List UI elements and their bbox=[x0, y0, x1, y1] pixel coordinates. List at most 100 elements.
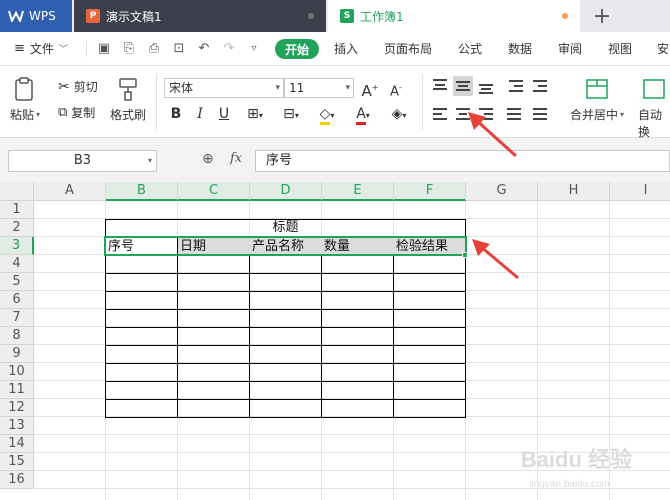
annotation-arrow-icon bbox=[472, 239, 519, 280]
row-header[interactable]: 5 bbox=[0, 273, 34, 291]
wps-home-tab[interactable]: WPS bbox=[0, 0, 72, 32]
column-header[interactable]: I bbox=[610, 182, 670, 201]
row-header[interactable]: 14 bbox=[0, 435, 34, 453]
clear-format-button[interactable]: ◈▾ bbox=[384, 104, 414, 124]
font-name-value: 宋体 bbox=[169, 81, 194, 95]
tab-home[interactable]: 开始 bbox=[275, 39, 319, 59]
row-header[interactable]: 1 bbox=[0, 201, 34, 219]
cut-button[interactable]: ✂ 剪切 bbox=[58, 78, 98, 95]
title-tab-bar: WPS P 演示文稿1 S 工作簿1 + bbox=[0, 0, 670, 32]
column-header[interactable]: E bbox=[322, 182, 394, 201]
ribbon-toolbar: 粘贴 ▾ ✂ 剪切 ⧉ 复制 格式刷 宋体 ▾ 11 ▾ A+ A- B I U… bbox=[0, 66, 670, 140]
tab-security[interactable]: 安 bbox=[657, 40, 669, 57]
chevron-down-icon: ▾ bbox=[620, 110, 625, 119]
row-header[interactable]: 3 bbox=[0, 237, 34, 255]
underline-button[interactable]: U bbox=[214, 104, 234, 124]
tab-insert[interactable]: 插入 bbox=[334, 40, 358, 57]
row-header[interactable]: 15 bbox=[0, 453, 34, 471]
tab-workbook[interactable]: S 工作簿1 bbox=[328, 0, 580, 32]
tab-page-layout[interactable]: 页面布局 bbox=[384, 40, 432, 57]
font-name-select[interactable]: 宋体 ▾ bbox=[164, 78, 284, 98]
bold-button[interactable]: B bbox=[166, 104, 186, 124]
format-painter-button[interactable]: 格式刷 bbox=[110, 76, 146, 123]
print-icon[interactable]: ⎙ bbox=[146, 41, 162, 57]
selection-range bbox=[104, 236, 467, 256]
tab-formulas[interactable]: 公式 bbox=[458, 40, 482, 57]
border-button[interactable]: ⊞▾ bbox=[240, 104, 270, 124]
align-top-icon[interactable] bbox=[430, 76, 450, 96]
border-icon: ⊞ bbox=[247, 106, 259, 122]
ribbon-divider bbox=[156, 74, 157, 130]
export-icon[interactable]: ⎘ bbox=[121, 41, 137, 57]
font-color-icon: A bbox=[356, 106, 366, 125]
function-button[interactable]: fx bbox=[230, 151, 242, 166]
align-middle-icon[interactable] bbox=[453, 76, 473, 96]
save-icon[interactable]: ▣ bbox=[96, 41, 112, 57]
row-header[interactable]: 7 bbox=[0, 309, 34, 327]
undo-icon[interactable]: ↶ bbox=[196, 41, 212, 57]
fill-color-button[interactable]: ◇▾ bbox=[312, 104, 342, 125]
zoom-search-icon[interactable]: ⊕ bbox=[202, 151, 214, 167]
column-header[interactable]: C bbox=[178, 182, 250, 201]
file-menu-label: 文件 bbox=[29, 42, 54, 56]
font-size-select[interactable]: 11 ▾ bbox=[284, 78, 354, 98]
annotation-arrow-icon bbox=[468, 112, 518, 158]
file-menu[interactable]: ≡ 文件 ﹀ bbox=[14, 40, 68, 57]
row-header[interactable]: 16 bbox=[0, 471, 34, 489]
distribute-icon[interactable] bbox=[530, 104, 550, 124]
redo-icon[interactable]: ↷ bbox=[221, 41, 237, 57]
baidu-watermark-url: jingyan.baidu.com bbox=[529, 479, 610, 490]
row-header[interactable]: 4 bbox=[0, 255, 34, 273]
chevron-down-icon: ▾ bbox=[365, 111, 370, 120]
increase-font-icon[interactable]: A+ bbox=[360, 78, 380, 100]
paste-button[interactable]: 粘贴 ▾ bbox=[10, 76, 40, 123]
formula-bar: B3 ▾ ⊕ fx 序号 bbox=[0, 138, 670, 182]
row-header[interactable]: 9 bbox=[0, 345, 34, 363]
tab-data[interactable]: 数据 bbox=[508, 40, 532, 57]
title-cell[interactable]: 标题 bbox=[106, 219, 465, 237]
decrease-indent-icon[interactable] bbox=[506, 76, 526, 96]
cell-style-icon: ⊟ bbox=[283, 106, 295, 122]
more-icon[interactable]: ▿ bbox=[246, 41, 262, 57]
row-header[interactable]: 13 bbox=[0, 417, 34, 435]
row-header[interactable]: 6 bbox=[0, 291, 34, 309]
row-header[interactable]: 11 bbox=[0, 381, 34, 399]
baidu-watermark: Baidu 经验 bbox=[520, 447, 632, 472]
decrease-font-icon[interactable]: A- bbox=[386, 78, 406, 99]
print-preview-icon[interactable]: ⊡ bbox=[171, 41, 187, 57]
new-tab-button[interactable]: + bbox=[586, 0, 618, 32]
column-header[interactable]: B bbox=[106, 182, 178, 201]
unsaved-dot-icon[interactable] bbox=[562, 13, 568, 19]
wrap-text-icon bbox=[643, 79, 665, 99]
align-left-icon[interactable] bbox=[430, 104, 450, 124]
tab-review[interactable]: 审阅 bbox=[558, 40, 582, 57]
format-painter-label: 格式刷 bbox=[110, 108, 147, 122]
align-bottom-icon[interactable] bbox=[476, 76, 496, 96]
column-header[interactable]: G bbox=[466, 182, 538, 201]
select-all-corner[interactable] bbox=[0, 182, 34, 201]
chevron-down-icon: ﹀ bbox=[58, 45, 68, 55]
font-color-button[interactable]: A▾ bbox=[348, 104, 378, 125]
increase-indent-icon[interactable] bbox=[530, 76, 550, 96]
name-box[interactable]: B3 ▾ bbox=[8, 150, 157, 172]
cell-style-button[interactable]: ⊟▾ bbox=[276, 104, 306, 124]
row-header[interactable]: 2 bbox=[0, 219, 34, 237]
tab-close-icon[interactable] bbox=[308, 13, 314, 19]
column-header[interactable]: H bbox=[538, 182, 610, 201]
auto-wrap-label: 自动换 bbox=[638, 108, 663, 139]
column-header[interactable]: D bbox=[250, 182, 322, 201]
row-header[interactable]: 10 bbox=[0, 363, 34, 381]
tab-view[interactable]: 视图 bbox=[608, 40, 632, 57]
italic-button[interactable]: I bbox=[190, 104, 210, 124]
row-header[interactable]: 8 bbox=[0, 327, 34, 345]
spreadsheet-grid[interactable]: A B C D E F G H I 1 2 3 4 5 6 7 8 9 10 1… bbox=[0, 182, 670, 500]
tab-presentation[interactable]: P 演示文稿1 bbox=[74, 0, 326, 32]
auto-wrap-button[interactable]: 自动换 bbox=[638, 76, 670, 140]
merge-center-button[interactable]: 合并居中 ▾ bbox=[570, 76, 624, 123]
column-header[interactable]: A bbox=[34, 182, 106, 201]
copy-button[interactable]: ⧉ 复制 bbox=[58, 104, 95, 121]
eraser-icon: ◈ bbox=[391, 106, 403, 122]
row-header[interactable]: 12 bbox=[0, 399, 34, 417]
chevron-down-icon: ▾ bbox=[294, 111, 299, 120]
column-header[interactable]: F bbox=[394, 182, 466, 201]
